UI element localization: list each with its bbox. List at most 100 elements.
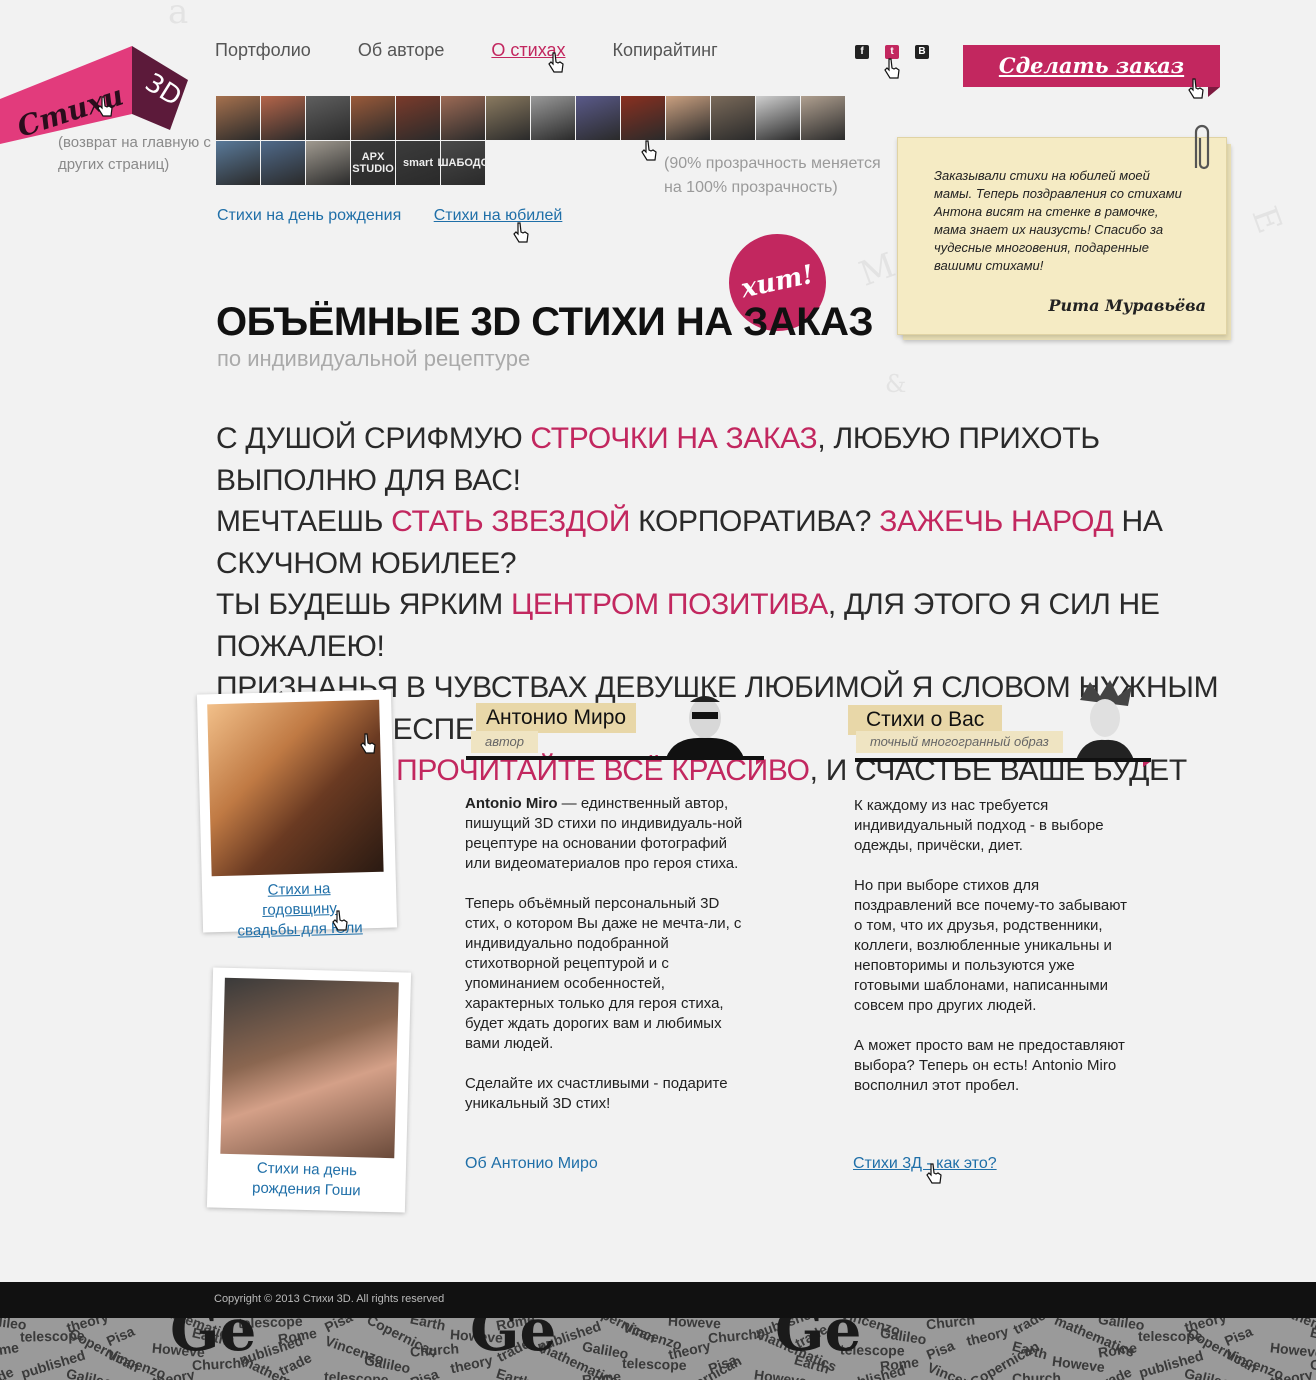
author-avatar	[666, 696, 744, 758]
portfolio-logo-thumbnail[interactable]: smart	[396, 141, 440, 185]
hand-cursor-icon	[548, 52, 564, 73]
footer-pattern-word: Earth	[494, 1365, 534, 1380]
nav-item-copywriting[interactable]: Копирайтинг	[613, 40, 718, 61]
rule-accent	[1143, 762, 1150, 767]
copyright-text: Copyright © 2013 Стихи 3D. All rights re…	[214, 1293, 445, 1305]
hand-cursor-icon	[360, 733, 376, 754]
poem-highlight: Зажечь народ	[879, 505, 1114, 538]
about-paragraph-1: К каждому из нас требуется индивидуальны…	[854, 797, 1104, 854]
portfolio-thumbnail[interactable]	[351, 96, 395, 140]
about-column-rule	[855, 758, 1151, 762]
polaroid-card[interactable]: Стихи на годовщину свадьбы для Юли	[196, 689, 398, 940]
footer-pattern-word: Rome	[0, 1339, 20, 1361]
footer-pattern-word: Galileo	[64, 1365, 114, 1380]
portfolio-thumbnail[interactable]	[306, 141, 350, 185]
testimonial-note: Заказывали стихи на юбилей моей мамы. Те…	[897, 137, 1227, 335]
social-links: f t B	[855, 45, 945, 59]
portfolio-thumbnail[interactable]	[666, 96, 710, 140]
page-title: ОБЪЁМНЫЕ 3D СТИХИ НА ЗАКАЗ	[216, 300, 874, 344]
poem-highlight: центром позитива	[511, 588, 828, 621]
portfolio-thumbnail[interactable]	[441, 96, 485, 140]
about-paragraph-3: А может просто вам не предоставляют выбо…	[854, 1037, 1125, 1094]
author-title-tag: Антонио Миро	[476, 703, 637, 733]
footer-pattern-word: Church	[1011, 1369, 1062, 1380]
nav-item-portfolio[interactable]: Портфолио	[215, 40, 311, 61]
sub-links: Стихи на день рождения Стихи на юбилей	[217, 207, 590, 225]
hand-cursor-icon	[641, 140, 657, 161]
portfolio-thumbnail[interactable]	[306, 96, 350, 140]
author-subtitle-tag: автор	[471, 731, 539, 753]
portfolio-thumbnail[interactable]	[261, 96, 305, 140]
footer-pattern-glyph: Ge	[775, 1318, 862, 1364]
footer-pattern-word: Church	[409, 1340, 460, 1360]
polaroid-photo-girl-with-horse	[207, 699, 384, 877]
portfolio-logo-thumbnail[interactable]: APX STUDIO	[351, 141, 395, 185]
portfolio-thumbnail[interactable]	[216, 96, 260, 140]
portfolio-thumbnail[interactable]	[216, 141, 260, 185]
portfolio-thumbnail[interactable]	[531, 96, 575, 140]
testimonial-author: Рита Муравьёва	[1048, 296, 1206, 315]
portfolio-logo-thumbnail[interactable]: ШАБОДС	[437, 141, 489, 185]
about-subtitle-tag: точный многогранный образ	[856, 731, 1063, 753]
author-column-rule	[466, 756, 764, 760]
author-description: Antonio Miro — единственный автор, пишущ…	[465, 794, 755, 1134]
main-navigation: Портфолио Об авторе О стихах Копирайтинг	[215, 40, 765, 61]
about-avatar	[1076, 680, 1134, 760]
poem-highlight: строчки на заказ	[530, 422, 818, 455]
background-letter: M	[854, 245, 901, 295]
poem-text: Ты будешь ярким	[216, 588, 512, 621]
footer-pattern-glyph: Ge	[170, 1318, 257, 1364]
portfolio-thumbnail[interactable]	[621, 96, 665, 140]
poem-line: Мечтаешь стать звездой корпоратива? Заже…	[216, 501, 1266, 584]
author-paragraph-2: Теперь объёмный персональный 3D стих, о …	[465, 895, 742, 1052]
footer-pattern-word: Church	[707, 1325, 758, 1347]
hand-cursor-icon	[1188, 78, 1204, 99]
polaroid-card[interactable]: Стихи на день рождения Гоши	[206, 967, 412, 1213]
vkontakte-icon[interactable]: B	[915, 45, 929, 59]
footer-pattern-word: Pisa	[408, 1365, 441, 1380]
footer-bar: Copyright © 2013 Стихи 3D. All rights re…	[0, 1282, 1316, 1318]
hand-cursor-icon	[513, 222, 529, 243]
poem-line: С душой срифмую строчки на заказ, любую …	[216, 418, 1266, 501]
portfolio-thumbnail[interactable]	[576, 96, 620, 140]
footer-pattern-word: Galileo	[1182, 1364, 1232, 1380]
polaroid-photo-man-portrait	[220, 977, 399, 1159]
strip-note: (90% прозрачность меняется на 100% прозр…	[664, 155, 881, 196]
footer-pattern-word: Church	[925, 1318, 976, 1333]
background-letter: E	[1243, 201, 1290, 239]
footer-pattern-word: Pisa	[924, 1337, 957, 1363]
footer-pattern-word: published	[839, 1361, 908, 1380]
nav-item-about-author[interactable]: Об авторе	[358, 40, 445, 61]
order-button[interactable]: Сделать заказ	[963, 45, 1220, 87]
footer-pattern-word: trade	[0, 1363, 17, 1380]
footer-pattern-word: Earth	[408, 1318, 448, 1334]
portfolio-thumbnail[interactable]	[261, 141, 305, 185]
portfolio-thumbnail[interactable]	[711, 96, 755, 140]
hand-cursor-icon	[926, 1163, 942, 1184]
background-letter: a	[168, 0, 189, 32]
link-birthday-poems[interactable]: Стихи на день рождения	[217, 207, 401, 224]
polaroid-caption[interactable]: Стихи на день рождения Гоши	[207, 1157, 406, 1202]
order-button-fold	[1208, 87, 1220, 97]
link-jubilee-poems[interactable]: Стихи на юбилей	[434, 207, 563, 224]
poem-text: Мечтаешь	[216, 505, 392, 538]
hand-cursor-icon	[332, 910, 348, 931]
poem-text: С душой срифмую	[216, 422, 531, 455]
hand-cursor-icon	[97, 96, 113, 117]
background-letter: &	[885, 370, 907, 398]
twitter-icon[interactable]: t	[885, 45, 899, 59]
portfolio-thumbnail[interactable]	[396, 96, 440, 140]
portfolio-thumbnail[interactable]	[801, 96, 845, 140]
portfolio-thumbnail[interactable]	[756, 96, 800, 140]
page-subtitle: по индивидуальной рецептуре	[217, 346, 531, 371]
rule-accent	[756, 760, 763, 765]
portfolio-thumbnail[interactable]	[486, 96, 530, 140]
footer-pattern-word: telescope	[621, 1354, 687, 1374]
testimonial-text: Заказывали стихи на юбилей моей мамы. Те…	[934, 168, 1182, 273]
about-description: К каждому из нас требуется индивидуальны…	[854, 796, 1139, 1116]
facebook-icon[interactable]: f	[855, 45, 869, 59]
poem-text: корпоратива?	[630, 505, 880, 538]
poems-3d-how-link[interactable]: Стихи 3Д - как это?	[853, 1155, 997, 1173]
polaroid-caption[interactable]: Стихи на годовщину свадьбы для Юли	[202, 877, 398, 942]
about-author-link[interactable]: Об Антонио Миро	[465, 1155, 598, 1173]
